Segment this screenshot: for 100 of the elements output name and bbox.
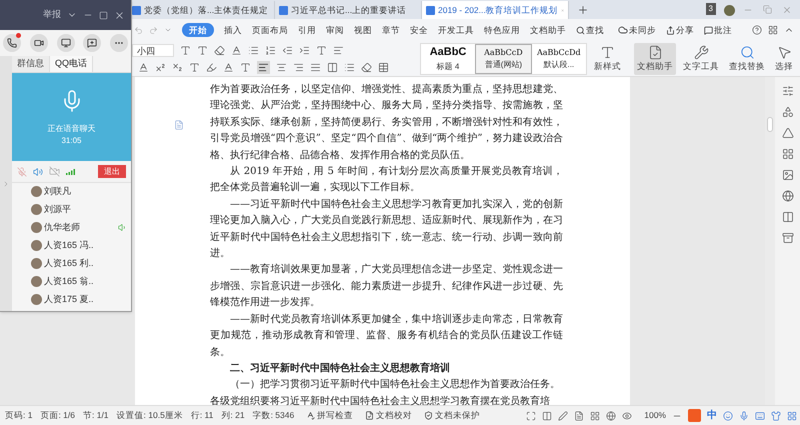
ribbon-tool-button[interactable]: 文档助手 xyxy=(634,42,676,74)
justify-icon[interactable] xyxy=(310,62,321,72)
body-paragraph: ——教育培训效果更加显著，广大党员理想信念进一步坚定、党性观念进一步增强、宗旨意识进一步强化、能力素质进一步提升、纪律作风进一步过硬、先锋模范作用进一步发挥。 xyxy=(210,262,563,310)
sync-button[interactable]: 未同步 xyxy=(618,24,656,36)
menu-tab[interactable]: 文档助手 xyxy=(530,24,566,36)
panel-tab[interactable]: QQ电话 xyxy=(50,56,94,72)
menu-tab[interactable]: 安全 xyxy=(410,24,428,36)
distribute-icon[interactable] xyxy=(327,62,338,72)
pen-icon[interactable] xyxy=(558,410,568,420)
style-preview: AaBbCcDd xyxy=(536,46,581,58)
share-button[interactable]: 分享 xyxy=(666,24,694,36)
underline-color-icon[interactable] xyxy=(223,62,234,72)
menu-tab[interactable]: 章节 xyxy=(382,24,400,36)
screen-share-button[interactable] xyxy=(56,34,74,52)
comment-button[interactable]: 批注 xyxy=(704,24,732,36)
mic-icon[interactable] xyxy=(739,410,749,420)
globe-icon[interactable] xyxy=(782,190,794,202)
status-button[interactable]: 文档校对 xyxy=(365,409,412,422)
close-icon[interactable] xyxy=(114,10,125,20)
apps-icon[interactable] xyxy=(768,25,778,35)
eye-icon[interactable] xyxy=(622,410,632,420)
user-avatar[interactable] xyxy=(724,5,735,16)
web-view-icon[interactable] xyxy=(606,410,616,420)
border-icon[interactable] xyxy=(378,62,389,72)
member-item[interactable]: 人资165 冯.. xyxy=(31,239,127,252)
style-option[interactable]: AaBbC 标题 4 xyxy=(420,44,476,74)
reading-mode-icon[interactable] xyxy=(542,410,552,420)
emoji-icon[interactable] xyxy=(723,410,733,420)
subscript-icon[interactable] xyxy=(172,62,183,72)
font-color-icon[interactable] xyxy=(138,62,149,72)
menu-tab[interactable]: 引用 xyxy=(298,24,316,36)
menu-tab[interactable]: 审阅 xyxy=(326,24,344,36)
style-option[interactable]: AaBbCcDd 默认段... xyxy=(532,44,586,74)
menu-tab[interactable]: 开始 xyxy=(182,22,214,38)
member-item[interactable]: 刘源平 xyxy=(31,203,127,216)
add-chat-button[interactable] xyxy=(83,34,102,52)
phone-button[interactable] xyxy=(3,34,21,52)
zoom-level[interactable]: 100% xyxy=(644,409,666,422)
window-count[interactable]: 3 xyxy=(706,3,716,15)
paragraph-marker-icon[interactable] xyxy=(174,120,184,130)
ribbon-tool-button[interactable]: 文字工具 xyxy=(680,42,722,74)
superscript-icon[interactable] xyxy=(155,62,166,72)
document-tab[interactable]: 2019 - 202...教育培训工作规划 xyxy=(422,1,569,19)
triangle-icon[interactable] xyxy=(782,127,794,139)
align-left-button[interactable] xyxy=(257,60,270,74)
tool-label: 新样式 xyxy=(594,60,621,72)
member-item[interactable]: 仇华老师 xyxy=(31,221,127,234)
tab-title: 党委（党组）落...主体责任规定 xyxy=(144,4,268,16)
skin-icon[interactable] xyxy=(771,410,781,420)
indent-icon[interactable] xyxy=(299,44,310,56)
outdent-icon[interactable] xyxy=(282,44,293,56)
text-style-icon[interactable] xyxy=(231,44,242,56)
eraser-icon[interactable] xyxy=(214,44,225,56)
shapes-icon[interactable] xyxy=(782,106,794,118)
ribbon-tool-button[interactable]: 查找替换 xyxy=(726,42,768,74)
pointer-icon xyxy=(776,44,792,60)
customize-icon[interactable] xyxy=(164,26,172,34)
menu-tab[interactable]: 视图 xyxy=(354,24,372,36)
numbered-list-icon[interactable] xyxy=(265,44,276,56)
sliders-icon[interactable] xyxy=(782,85,794,97)
align-right-icon[interactable] xyxy=(293,62,304,72)
member-item[interactable]: 人资165 翁.. xyxy=(31,275,127,288)
character-icon[interactable] xyxy=(316,44,327,56)
menu-tab[interactable]: 开发工具 xyxy=(438,24,474,36)
menu-tab[interactable]: 特色应用 xyxy=(484,24,520,36)
speaker-icon[interactable] xyxy=(33,166,43,176)
more-button[interactable] xyxy=(110,34,128,52)
outline-view-icon[interactable] xyxy=(590,410,600,420)
align-center-icon[interactable] xyxy=(276,62,287,72)
member-item[interactable]: 刘联凡 xyxy=(31,185,127,198)
member-item[interactable]: 人资165 利.. xyxy=(31,257,127,270)
image-icon[interactable] xyxy=(782,169,794,181)
highlighter-icon[interactable] xyxy=(206,62,217,72)
report-link[interactable]: 举报 xyxy=(43,8,61,22)
avatar xyxy=(31,294,42,305)
search-button[interactable]: 查找 xyxy=(576,24,604,36)
ribbon-tool-button[interactable]: 选择 xyxy=(772,42,796,74)
expand-icon[interactable] xyxy=(2,180,10,188)
style-option[interactable]: AaBbCcD 普通(网站) xyxy=(475,44,532,74)
help-icon[interactable] xyxy=(752,25,762,35)
grid-icon[interactable] xyxy=(782,148,794,160)
exit-button[interactable]: 退出 xyxy=(98,165,126,178)
page-view-icon[interactable] xyxy=(574,410,584,420)
status-button[interactable]: 拼写检查 xyxy=(306,409,354,422)
archive-icon[interactable] xyxy=(782,232,794,244)
ime-mode[interactable]: 中 xyxy=(707,408,717,423)
member-item[interactable]: 人资175 夏.. xyxy=(31,293,127,306)
video-button[interactable] xyxy=(30,34,48,52)
toolbox-icon[interactable] xyxy=(787,410,797,420)
fullscreen-icon[interactable] xyxy=(526,410,536,420)
new-tab-icon[interactable] xyxy=(577,4,589,16)
ribbon-tool-button[interactable]: 新样式 xyxy=(591,42,624,74)
keyboard-icon[interactable] xyxy=(755,410,765,420)
scroll-thumb[interactable] xyxy=(767,117,773,132)
menu-tab[interactable]: 页面布局 xyxy=(252,24,288,36)
maximize-icon[interactable] xyxy=(99,10,108,20)
menu-tab[interactable]: 插入 xyxy=(224,24,242,36)
font-size-dropdown[interactable]: 小四 xyxy=(132,44,174,56)
status-button[interactable]: 文档未保护 xyxy=(424,409,480,422)
panel-tab[interactable]: 群信息 xyxy=(12,56,50,72)
